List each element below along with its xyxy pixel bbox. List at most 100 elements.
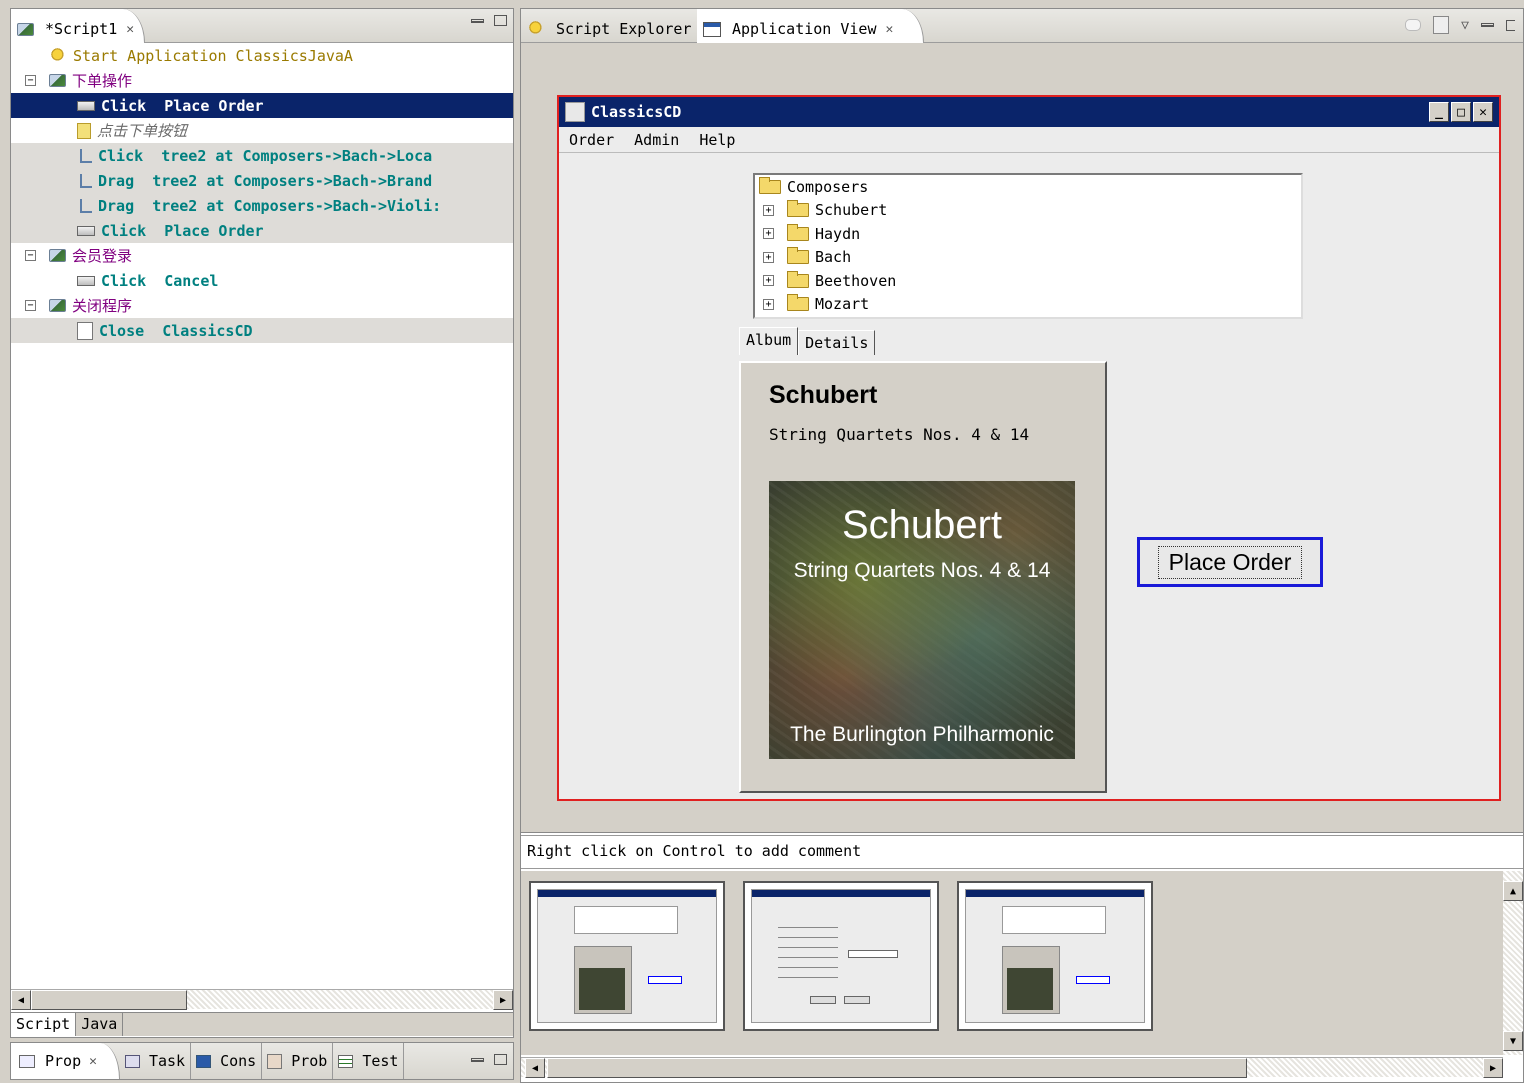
minimize-icon[interactable] (1481, 23, 1494, 27)
collapse-icon[interactable]: − (25, 75, 36, 86)
thumb-titlebar (966, 890, 1144, 897)
script-row-action[interactable]: Click Place Order (11, 218, 513, 243)
maximize-icon[interactable] (1506, 19, 1515, 31)
tree-node-label: Bach (815, 248, 852, 267)
snapshot-preview (751, 889, 931, 1023)
collapse-icon[interactable]: − (25, 300, 36, 311)
tab-application-view[interactable]: Application View ✕ (697, 9, 925, 43)
thumb-tree (1002, 906, 1106, 934)
thumb-ok-button (810, 996, 836, 1004)
minimize-icon[interactable] (471, 19, 484, 23)
thumb-titlebar (752, 890, 930, 897)
tab-album[interactable]: Album (739, 327, 799, 355)
tab-prop[interactable]: Prop ✕ (11, 1043, 120, 1079)
tab-prob[interactable]: Prob (262, 1043, 334, 1079)
test-icon (338, 1054, 354, 1068)
expand-icon[interactable]: + (763, 228, 774, 240)
action-verb: Drag (98, 196, 135, 215)
close-tab-icon[interactable]: ✕ (886, 22, 894, 37)
close-tab-icon[interactable]: ✕ (126, 22, 134, 37)
script-group-row[interactable]: − 会员登录 (11, 243, 513, 268)
tab-script1[interactable]: *Script1 ✕ (11, 9, 146, 43)
scroll-right-icon[interactable]: ▶ (1483, 1058, 1503, 1078)
snapshot-icon[interactable] (1433, 16, 1450, 34)
menu-help[interactable]: Help (699, 131, 735, 149)
snapshot-thumbnail[interactable] (957, 881, 1153, 1031)
group-icon (49, 299, 66, 312)
tree-node[interactable]: + Mozart (755, 293, 1301, 317)
folder-icon (787, 223, 809, 241)
start-app-icon (51, 47, 67, 64)
tab-task-label: Task (148, 1052, 186, 1070)
script-row-action[interactable]: Click Place Order (11, 93, 513, 118)
snapshot-thumbnail[interactable] (529, 881, 725, 1031)
scroll-up-icon[interactable]: ▲ (1503, 881, 1523, 901)
place-order-button[interactable]: Place Order (1137, 537, 1323, 587)
menu-order[interactable]: Order (569, 131, 614, 149)
editor-hscroll-thumb[interactable] (31, 990, 187, 1010)
tab-script[interactable]: Script (11, 1013, 77, 1036)
editor-hscrollbar[interactable]: ◀ ▶ (11, 989, 513, 1010)
script-row-start[interactable]: Start Application ClassicsJavaA (11, 43, 513, 68)
maximize-icon[interactable] (494, 1054, 507, 1065)
script-row-tree[interactable]: Drag tree2 at Composers->Bach->Brand (11, 168, 513, 193)
scroll-right-icon[interactable]: ▶ (493, 990, 513, 1010)
tab-java[interactable]: Java (76, 1013, 124, 1036)
minimize-icon[interactable] (471, 1058, 484, 1062)
action-verb: Click (101, 221, 147, 240)
collapse-icon[interactable]: − (25, 250, 36, 261)
snapshot-hscroll-thumb[interactable] (547, 1058, 1247, 1078)
menu-admin[interactable]: Admin (634, 131, 679, 149)
script-row-tree[interactable]: Click tree2 at Composers->Bach->Loca (11, 143, 513, 168)
close-window-icon[interactable]: ✕ (1473, 102, 1493, 122)
expand-icon[interactable]: + (763, 298, 774, 310)
script-row-close[interactable]: Close ClassicsCD (11, 318, 513, 343)
tab-details[interactable]: Details (798, 330, 876, 355)
script-group-row[interactable]: − 下单操作 (11, 68, 513, 93)
tab-test[interactable]: Test (333, 1043, 405, 1079)
expand-icon[interactable]: + (763, 251, 774, 263)
script-row-comment[interactable]: 点击下单按钮 (11, 118, 513, 143)
tree-node[interactable]: + Schubert (755, 199, 1301, 223)
maximize-icon[interactable] (494, 15, 507, 26)
folder-icon (787, 200, 809, 218)
minimize-window-icon[interactable]: _ (1429, 102, 1449, 122)
scroll-down-icon[interactable]: ▼ (1503, 1031, 1523, 1051)
view-menu-icon[interactable]: ▽ (1461, 18, 1469, 33)
script-group-row[interactable]: − 关闭程序 (11, 293, 513, 318)
tab-cons[interactable]: Cons (191, 1043, 263, 1079)
comment-hint-bar[interactable]: Right click on Control to add comment (521, 835, 1523, 869)
close-tab-icon[interactable]: ✕ (89, 1054, 97, 1069)
thumb-button (1076, 976, 1110, 984)
expand-icon[interactable]: + (763, 275, 774, 287)
script-row-action[interactable]: Click Cancel (11, 268, 513, 293)
start-app-text: Start Application ClassicsJavaA (73, 46, 353, 65)
tree-node[interactable]: + Bach (755, 246, 1301, 270)
script-row-tree[interactable]: Drag tree2 at Composers->Bach->Violi: (11, 193, 513, 218)
scroll-left-icon[interactable]: ◀ (525, 1058, 545, 1078)
tree-node[interactable]: + Beethoven (755, 269, 1301, 293)
thumb-cover (1007, 968, 1053, 1010)
window-close-icon (77, 321, 93, 340)
action-verb: Click (101, 271, 147, 290)
application-view-icon (703, 21, 721, 37)
snapshot-vscrollbar[interactable]: ▲ ▼ (1503, 871, 1523, 1055)
place-order-label: Place Order (1157, 545, 1303, 579)
action-verb: Click (98, 146, 144, 165)
expand-icon[interactable]: + (763, 204, 774, 216)
tab-script-explorer[interactable]: Script Explorer (521, 9, 701, 43)
button-icon (77, 100, 95, 111)
comment-bubble-icon[interactable] (1405, 19, 1422, 31)
maximize-window-icon[interactable]: □ (1451, 102, 1471, 122)
tab-script-explorer-label: Script Explorer (556, 20, 692, 38)
classicscd-window[interactable]: ClassicsCD _ □ ✕ Order Admin Help Compos… (557, 95, 1501, 801)
snapshot-hscrollbar[interactable]: ◀ ▶ (521, 1057, 1503, 1078)
snapshot-thumbnail[interactable] (743, 881, 939, 1031)
folder-icon (787, 270, 809, 288)
composers-tree[interactable]: Composers + Schubert + Haydn + Bach + Be… (753, 173, 1303, 319)
tree-root-composers[interactable]: Composers (755, 175, 1301, 199)
tree-icon (80, 148, 92, 163)
tree-node[interactable]: + Haydn (755, 222, 1301, 246)
tab-task[interactable]: Task (120, 1043, 192, 1079)
scroll-left-icon[interactable]: ◀ (11, 990, 31, 1010)
